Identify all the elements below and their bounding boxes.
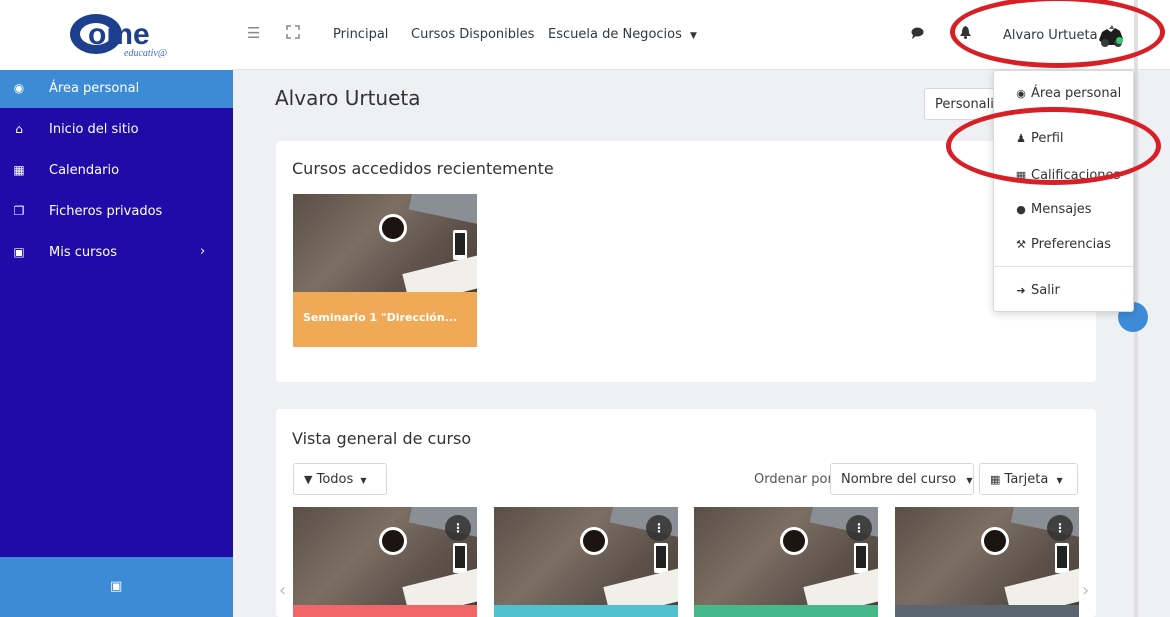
coffee-cup-shape	[379, 214, 407, 242]
menu-divider	[994, 266, 1133, 267]
logo-subtext: educativ@	[124, 48, 167, 58]
nav-principal[interactable]: Principal	[333, 27, 388, 42]
sidebar: ◉ Área personal ⌂ Inicio del sitio ▦ Cal…	[0, 70, 233, 617]
sort-label: Ordenar por	[754, 472, 833, 487]
coffee-cup-shape	[981, 527, 1009, 555]
more-options-icon[interactable]: ⋮	[445, 515, 471, 541]
course-name[interactable]: Seminario 1 "Dirección...	[303, 311, 457, 324]
sidebar-item-label: Mis cursos	[49, 245, 117, 260]
filter-icon: ▼	[304, 473, 313, 486]
carousel-prev-icon[interactable]: ‹	[279, 580, 286, 601]
paper-shape	[402, 567, 477, 605]
nav-escuela-label: Escuela de Negocios	[548, 27, 682, 42]
sidebar-item-label: Área personal	[49, 81, 140, 96]
caret-down-icon: ▼	[966, 476, 973, 485]
course-card-footer[interactable]	[494, 605, 678, 617]
calendar-icon: ▦	[13, 163, 25, 177]
course-overview-title: Vista general de curso	[292, 429, 472, 448]
fullscreen-icon[interactable]	[286, 25, 300, 39]
dashboard-icon: ◉	[13, 81, 25, 95]
wrench-icon: ⚒	[1016, 238, 1026, 251]
user-menu-label: Preferencias	[1031, 237, 1112, 252]
sign-out-icon: ➜	[1016, 284, 1026, 297]
course-card-image[interactable]: ⋮	[895, 507, 1079, 605]
sort-dropdown[interactable]: Nombre del curso ▼	[830, 463, 974, 495]
recent-courses-block: Cursos accedidos recientemente Seminario…	[276, 141, 1096, 382]
user-menu-mensajes[interactable]: ● Mensajes	[994, 195, 1133, 225]
caret-down-icon: ▼	[690, 31, 697, 41]
user-menu-preferencias[interactable]: ⚒ Preferencias	[994, 230, 1133, 260]
user-menu-salir[interactable]: ➜ Salir	[994, 276, 1133, 306]
comment-icon: ●	[1016, 203, 1026, 216]
logo-area[interactable]: ome educativ@	[0, 0, 233, 70]
phone-shape	[854, 543, 868, 573]
course-card-footer[interactable]	[895, 605, 1079, 617]
phone-shape	[654, 543, 668, 573]
more-options-icon[interactable]: ⋮	[846, 515, 872, 541]
phone-shape	[1055, 543, 1069, 573]
sort-value: Nombre del curso	[841, 472, 957, 487]
laptop-shape	[408, 194, 477, 226]
sidebar-item-ficheros-privados[interactable]: ❐ Ficheros privados	[0, 193, 233, 231]
grid-icon: ▦	[990, 473, 1001, 486]
paper-shape	[603, 567, 678, 605]
course-card-image[interactable]: ⋮	[293, 507, 477, 605]
caret-down-icon: ▼	[1056, 476, 1063, 485]
paper-shape	[1004, 567, 1079, 605]
coffee-cup-shape	[379, 527, 407, 555]
menu-toggle-icon[interactable]: ☰	[247, 24, 260, 42]
sidebar-item-label: Calendario	[49, 163, 120, 178]
more-options-icon[interactable]: ⋮	[1047, 515, 1073, 541]
phone-shape	[453, 543, 467, 573]
user-menu-area-personal[interactable]: ◉ Área personal	[994, 79, 1133, 109]
files-icon: ❐	[13, 204, 25, 218]
user-menu-label: Mensajes	[1031, 202, 1092, 217]
home-icon: ⌂	[15, 122, 23, 136]
more-options-icon[interactable]: ⋮	[646, 515, 672, 541]
sidebar-item-area-personal[interactable]: ◉ Área personal	[0, 70, 233, 108]
archive-icon: ▣	[110, 579, 123, 594]
view-value: Tarjeta	[1004, 472, 1049, 487]
coffee-cup-shape	[580, 527, 608, 555]
filter-label: Todos	[316, 472, 354, 487]
sidebar-item-label: Inicio del sitio	[49, 122, 139, 137]
logo-text: ome	[88, 18, 150, 51]
sidebar-item-label: Ficheros privados	[49, 204, 163, 219]
site-logo[interactable]: ome educativ@	[68, 12, 172, 58]
phone-shape	[453, 230, 467, 260]
coffee-cup-shape	[780, 527, 808, 555]
sidebar-footer[interactable]: ▣	[0, 557, 233, 617]
recent-courses-title: Cursos accedidos recientemente	[292, 159, 554, 178]
messages-icon[interactable]	[911, 27, 924, 39]
paper-shape	[803, 567, 878, 605]
user-menu-label: Salir	[1031, 283, 1060, 298]
archive-icon: ▣	[13, 245, 25, 259]
nav-escuela-de-negocios[interactable]: Escuela de Negocios ▼	[548, 27, 697, 42]
caret-down-icon: ▼	[360, 476, 367, 485]
annotation-oval-perfil	[946, 107, 1161, 185]
page-title: Alvaro Urtueta	[275, 86, 421, 110]
course-card-footer[interactable]	[293, 605, 477, 617]
view-dropdown[interactable]: ▦ Tarjeta ▼	[979, 463, 1078, 495]
course-card-image[interactable]: ⋮	[494, 507, 678, 605]
recent-course-footer[interactable]: Seminario 1 "Dirección...	[293, 292, 477, 347]
dashboard-icon: ◉	[1016, 87, 1026, 100]
sidebar-item-inicio-del-sitio[interactable]: ⌂ Inicio del sitio	[0, 111, 233, 149]
course-card-image[interactable]: ⋮	[694, 507, 878, 605]
course-image[interactable]	[293, 194, 477, 292]
filter-dropdown[interactable]: ▼ Todos ▼	[293, 463, 387, 495]
paper-shape	[402, 254, 477, 292]
sidebar-item-mis-cursos[interactable]: ▣ Mis cursos ›	[0, 234, 233, 272]
user-menu-label: Área personal	[1031, 86, 1122, 101]
sidebar-item-calendario[interactable]: ▦ Calendario	[0, 152, 233, 190]
course-card-footer[interactable]	[694, 605, 878, 617]
chevron-right-icon: ›	[200, 244, 206, 259]
nav-cursos-disponibles[interactable]: Cursos Disponibles	[411, 27, 534, 42]
carousel-next-icon[interactable]: ›	[1082, 580, 1089, 601]
